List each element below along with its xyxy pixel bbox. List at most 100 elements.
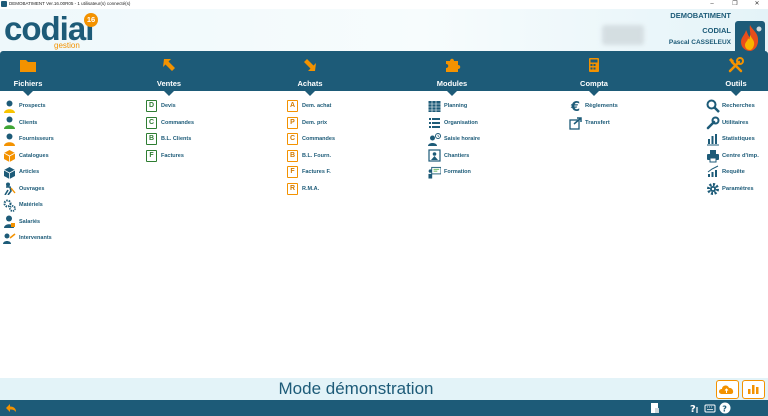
close-button[interactable]: ✕ [746, 0, 768, 9]
menu-item-clients[interactable]: Clients [3, 115, 54, 132]
minimize-button[interactable]: – [701, 0, 723, 9]
menu-item-parametres[interactable]: Paramètres [706, 181, 759, 198]
box-icon [3, 149, 16, 163]
menu-item-label: R.M.A. [302, 185, 320, 192]
menu-item-commandes-achats[interactable]: C Commandes [286, 131, 335, 148]
menu-item-utilitaires[interactable]: Utilitaires [706, 115, 759, 132]
blurred-logo-area [602, 25, 644, 45]
bar-chart-icon [706, 132, 720, 146]
menu-item-label: Statistiques [722, 136, 755, 143]
menu-item-label: Intervenants [19, 235, 52, 242]
tools-icon [728, 57, 744, 73]
stats-button[interactable] [742, 380, 765, 399]
bon-livraison-icon: B [145, 133, 158, 146]
menu-item-chantiers[interactable]: Chantiers [428, 148, 480, 165]
menu-item-rma[interactable]: R R.M.A. [286, 181, 335, 198]
menu-item-catalogues[interactable]: Catalogues [3, 148, 54, 165]
nav-label: Modules [436, 79, 468, 88]
menu-item-statistiques[interactable]: Statistiques [706, 131, 759, 148]
folder-icon [20, 60, 36, 72]
status-bar: ? ? [0, 400, 768, 416]
nav-ventes[interactable]: Ventes [124, 51, 214, 96]
cloud-upload-button[interactable] [716, 380, 739, 399]
help-person-icon[interactable]: ? [689, 402, 701, 414]
document-phone-icon[interactable] [649, 402, 661, 414]
menu-item-commandes-ventes[interactable]: C Commandes [145, 115, 194, 132]
person-clock-icon [428, 132, 441, 146]
facture-icon: F [286, 166, 299, 179]
menu-item-planning[interactable]: Planning [428, 98, 480, 115]
menu-item-label: Saisie horaire [444, 136, 481, 143]
company-name: DEMOBATIMENT [670, 11, 731, 20]
euro-icon: € [569, 99, 583, 113]
flame-icon[interactable] [735, 21, 765, 54]
calculator-icon [589, 58, 599, 72]
menu-item-label: Commandes [161, 119, 195, 126]
demande-achat-icon: A [286, 100, 299, 113]
calendar-grid-icon [428, 100, 441, 113]
menu-item-label: B.L. Fourn. [302, 152, 332, 159]
menu-item-label: Prospects [19, 103, 46, 110]
back-arrow-icon[interactable] [5, 402, 17, 414]
menu-item-bl-clients[interactable]: B B.L. Clients [145, 131, 194, 148]
keyboard-icon[interactable] [704, 402, 716, 414]
menu-item-salaries[interactable]: Salariés [3, 214, 54, 231]
svg-text:?: ? [690, 404, 696, 414]
nav-label: Ventes [156, 79, 182, 88]
puzzle-icon [446, 58, 461, 72]
nav-label: Compta [580, 79, 608, 88]
menu-item-centre-imp[interactable]: Centre d'imp. [706, 148, 759, 165]
cloud-upload-icon [719, 385, 734, 394]
menu-item-label: Requête [722, 169, 745, 176]
nav-achats[interactable]: Achats [265, 51, 355, 96]
menu-item-formation[interactable]: Formation [428, 164, 480, 181]
nav-outils[interactable]: Outils [691, 51, 768, 96]
export-icon [569, 116, 583, 130]
app-icon [1, 1, 7, 7]
menu-item-bl-fourn[interactable]: B B.L. Fourn. [286, 148, 335, 165]
menu-item-articles[interactable]: Articles [3, 164, 54, 181]
menu-outils: Recherches Utilitaires Statistiques Cent… [706, 98, 759, 197]
menu-item-devis[interactable]: D Devis [145, 98, 194, 115]
menu-item-transfert[interactable]: Transfert [569, 115, 618, 132]
menu-item-prospects[interactable]: Prospects [3, 98, 54, 115]
facture-icon: F [145, 149, 158, 162]
gear-icon [706, 182, 720, 196]
teacher-board-icon [428, 166, 441, 179]
maximize-button[interactable]: ❐ [724, 0, 746, 9]
menu-fichiers: Prospects Clients Fournisseurs Catalogue… [3, 98, 54, 247]
menu-item-ouvrages[interactable]: Ouvrages [3, 181, 54, 198]
svg-text:€: € [570, 100, 580, 113]
menu-ventes: D Devis C Commandes B B.L. Clients F Fac… [145, 98, 194, 164]
menu-item-materiels[interactable]: Matériels [3, 197, 54, 214]
menu-item-label: Chantiers [444, 152, 470, 159]
arrow-up-left-icon [163, 59, 175, 71]
help-icon[interactable]: ? [719, 402, 731, 414]
nav-caret [447, 91, 457, 96]
menu-item-label: Dem. prix [302, 119, 328, 126]
menu-item-saisie-horaire[interactable]: Saisie horaire [428, 131, 480, 148]
nav-label: Fichiers [13, 79, 43, 88]
nav-compta[interactable]: Compta [549, 51, 639, 96]
menu-item-dem-prix[interactable]: P Dem. prix [286, 115, 335, 132]
menu-item-factures[interactable]: F Factures [145, 148, 194, 165]
person-icon [3, 116, 16, 130]
logo-subtitle: gestion [54, 41, 80, 50]
nav-modules[interactable]: Modules [407, 51, 497, 96]
bon-livraison-icon: B [286, 149, 299, 162]
menu-item-factures-f[interactable]: F Factures F. [286, 164, 335, 181]
menu-item-intervenants[interactable]: Intervenants [3, 230, 54, 247]
menu-item-label: Catalogues [19, 152, 49, 159]
demande-prix-icon: P [286, 116, 299, 129]
menu-item-label: Factures F. [302, 169, 331, 176]
menu-item-requete[interactable]: Requête [706, 164, 759, 181]
nav-fichiers[interactable]: Fichiers [0, 51, 73, 96]
rma-icon: R [286, 182, 299, 195]
menu-item-dem-achat[interactable]: A Dem. achat [286, 98, 335, 115]
mode-text: Mode démonstration [278, 379, 434, 398]
menu-item-organisation[interactable]: Organisation [428, 115, 480, 132]
menu-item-reglements[interactable]: € Règlements [569, 98, 618, 115]
menu-item-recherches[interactable]: Recherches [706, 98, 759, 115]
menu-item-fournisseurs[interactable]: Fournisseurs [3, 131, 54, 148]
menu-item-label: Fournisseurs [19, 136, 54, 143]
